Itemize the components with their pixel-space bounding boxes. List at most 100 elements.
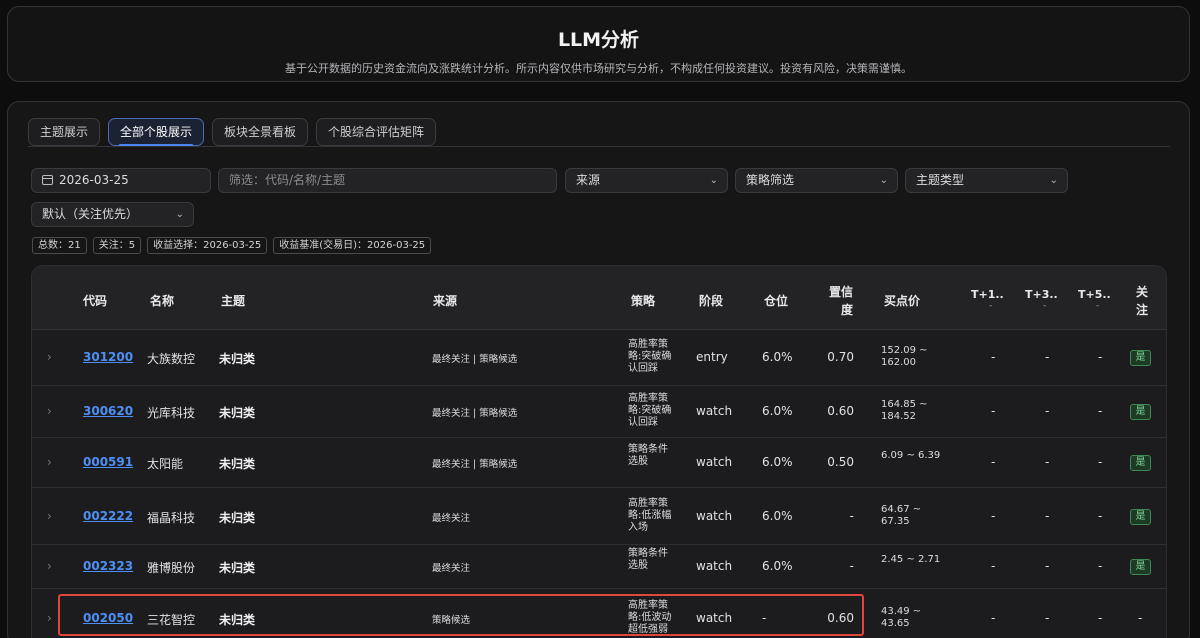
col-follow-line1[interactable]: 关 [1136,283,1148,300]
theme-type-select[interactable]: 主题类型 ⌄ [905,168,1068,193]
table-row[interactable]: › 000591 太阳能 未归类 最终关注 | 策略候选 策略条件选股 watch 6.0% 0… [32,438,1166,488]
col-confidence-line1[interactable]: 置信 [829,283,853,300]
stock-position: 6.0% [762,559,793,573]
col-t3-sub: - [1043,301,1047,311]
chevron-down-icon: ⌄ [1049,175,1058,186]
stock-stage: watch [696,404,733,418]
stock-t1: - [991,509,996,523]
col-theme[interactable]: 主题 [221,292,245,309]
col-stage[interactable]: 阶段 [699,292,723,309]
table-row[interactable]: › 300620 光库科技 未归类 最终关注 | 策略候选 高胜率策略:突破确认回踩 wat… [32,386,1166,438]
chevron-down-icon: ⌄ [175,209,184,220]
stock-t5: - [1098,404,1103,418]
tab-stock-matrix[interactable]: 个股综合评估矩阵 [316,118,437,146]
stock-code-link[interactable]: 002323 [83,559,133,573]
col-follow-line2: 注 [1136,303,1149,317]
stock-source: 最终关注 | 策略候选 [432,459,518,470]
search-input[interactable]: 筛选：代码/名称/主题 [218,168,557,193]
sort-select-value: 默认（关注优先） [42,207,139,221]
stock-buy-price: 2.45 ~ 2.71 [881,554,941,565]
expand-row-icon[interactable]: › [47,611,52,625]
expand-row-icon[interactable]: › [47,509,52,523]
table-row[interactable]: › 002323 雅博股份 未归类 最终关注 策略条件选股 watch 6.0% - 2.45 ~… [32,545,1166,589]
tab-sector-board[interactable]: 板块全景看板 [212,118,309,146]
expand-row-icon[interactable]: › [47,559,52,573]
page-title: LLM分析 [557,29,640,51]
stock-source: 最终关注 | 策略候选 [432,408,518,419]
table-row[interactable]: › 301200 大族数控 未归类 最终关注 | 策略候选 高胜率策略:突破确认回踩 ent… [32,330,1166,386]
stock-name: 太阳能 [147,457,184,471]
expand-row-icon[interactable]: › [47,404,52,418]
date-picker[interactable]: 2026-03-25 [31,168,211,193]
stock-code-link[interactable]: 002222 [83,509,133,523]
stat-return-date: 收益选择：2026-03-25 [147,237,268,254]
follow-badge[interactable]: 是 [1130,509,1151,525]
stock-t1: - [991,559,996,573]
col-strategy[interactable]: 策略 [631,292,655,309]
stock-t5: - [1098,455,1103,469]
stock-buy-price: 6.09 ~ 6.39 [881,450,941,461]
stock-t1: - [991,611,996,625]
stock-t5: - [1098,611,1103,625]
stock-t5: - [1098,509,1103,523]
expand-row-icon[interactable]: › [47,350,52,364]
strategy-select-value: 策略筛选 [746,173,795,187]
stock-confidence: 0.50 [827,455,854,469]
col-code[interactable]: 代码 [83,292,107,309]
stock-name: 大族数控 [147,352,196,366]
stock-t3: - [1045,611,1050,625]
stock-t1: - [991,455,996,469]
col-t1[interactable]: T+1.. [971,288,1004,301]
col-buy-price[interactable]: 买点价 [884,292,920,309]
follow-badge[interactable]: 是 [1130,350,1151,366]
follow-badge[interactable]: 是 [1130,455,1151,471]
follow-empty: - [1138,611,1143,625]
stock-confidence: 0.60 [827,404,854,418]
stock-theme: 未归类 [219,511,256,525]
stock-position: 6.0% [762,404,793,418]
stock-theme: 未归类 [219,352,256,366]
source-select[interactable]: 来源 ⌄ [565,168,728,193]
stock-strategy: 策略条件选股 [628,444,668,467]
table-row[interactable]: › 002222 福晶科技 未归类 最终关注 高胜率策略:低涨幅入场 watch 6.0% - 6… [32,488,1166,545]
strategy-select[interactable]: 策略筛选 ⌄ [735,168,898,193]
header-card: LLM分析 基于公开数据的历史资金流向及涨跌统计分析。所示内容仅供市场研究与分析… [7,6,1190,82]
stock-t1: - [991,404,996,418]
table-header: 代码 名称 主题 来源 策略 阶段 仓位 置信 度 买点价 T+1.. - T+… [32,266,1166,330]
highlight-box [58,594,864,636]
col-t5-sub: - [1096,301,1100,311]
col-t3[interactable]: T+3.. [1025,288,1058,301]
stat-total: 总数：21 [32,237,87,254]
col-t1-sub: - [989,301,993,311]
stock-t5: - [1098,559,1103,573]
stock-t3: - [1045,350,1050,364]
stock-table: 代码 名称 主题 来源 策略 阶段 仓位 置信 度 买点价 T+1.. - T+… [31,265,1167,638]
sort-select[interactable]: 默认（关注优先） ⌄ [31,202,194,227]
col-source[interactable]: 来源 [433,292,457,309]
stock-strategy: 高胜率策略:突破确认回踩 [628,393,672,428]
stock-code-link[interactable]: 000591 [83,455,133,469]
tab-all-stocks[interactable]: 全部个股展示 [108,118,205,146]
tab-theme-display[interactable]: 主题展示 [28,118,101,146]
stock-strategy: 策略条件选股 [628,548,668,571]
expand-row-icon[interactable]: › [47,455,52,469]
stock-stage: watch [696,509,733,523]
stock-t1: - [991,350,996,364]
stock-t3: - [1045,455,1050,469]
stock-code-link[interactable]: 301200 [83,350,133,364]
stock-code-link[interactable]: 300620 [83,404,133,418]
follow-badge[interactable]: 是 [1130,559,1151,575]
stock-theme: 未归类 [219,406,256,420]
stock-t5: - [1098,350,1103,364]
stock-buy-price: 64.67 ~ 67.35 [881,504,922,527]
stock-buy-price: 152.09 ~ 162.00 [881,345,928,368]
col-position[interactable]: 仓位 [764,292,788,309]
col-t5[interactable]: T+5.. [1078,288,1111,301]
follow-badge[interactable]: 是 [1130,404,1151,420]
stock-strategy: 高胜率策略:突破确认回踩 [628,339,672,374]
stock-buy-price: 164.85 ~ 184.52 [881,399,928,422]
stock-theme: 未归类 [219,561,256,575]
col-name[interactable]: 名称 [150,292,174,309]
date-value: 2026-03-25 [59,173,129,187]
stock-source: 最终关注 [432,513,471,524]
